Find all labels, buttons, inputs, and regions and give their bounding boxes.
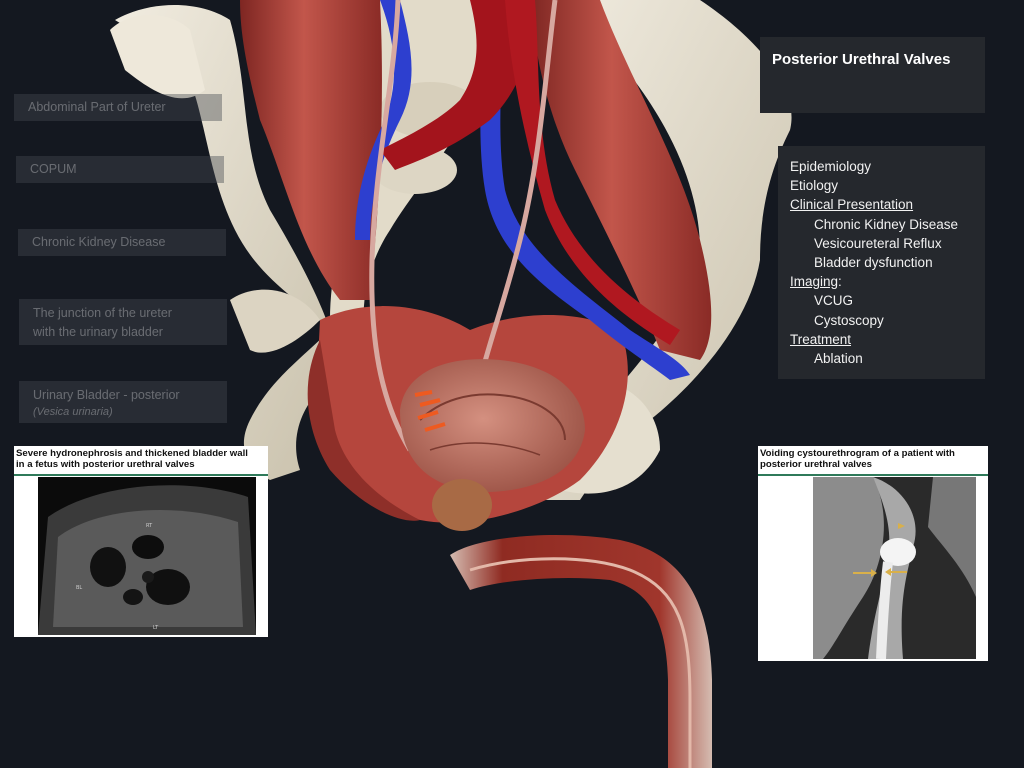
caption-rule — [14, 474, 268, 476]
penis-urethra[interactable] — [450, 535, 712, 768]
toc-imaging-colon: : — [838, 274, 842, 290]
caption-rule — [758, 474, 988, 476]
contents-panel: Epidemiology Etiology Clinical Presentat… — [778, 146, 985, 379]
toc-imaging-label: Imaging — [790, 274, 839, 290]
vcug-card[interactable]: Voiding cystourethrogram of a patient wi… — [758, 446, 988, 661]
label-ureter-junction[interactable]: The junction of the ureter with the urin… — [19, 299, 227, 345]
title-panel: Posterior Urethral Valves — [760, 37, 985, 113]
label-text: Urinary Bladder - posterior — [33, 388, 180, 402]
caption-line: Severe hydronephrosis and thickened blad… — [16, 448, 248, 459]
vcug-caption: Voiding cystourethrogram of a patient wi… — [758, 446, 988, 470]
caption-line: in a fetus with posterior urethral valve… — [16, 459, 195, 470]
caption-line: posterior urethral valves — [760, 459, 872, 470]
urinary-bladder[interactable] — [400, 359, 585, 492]
label-urinary-bladder-posterior[interactable]: Urinary Bladder - posterior (Vesica urin… — [19, 381, 227, 423]
ultrasound-image: RT BL LT — [38, 477, 256, 635]
toc-vcug[interactable]: VCUG — [790, 291, 985, 310]
label-text: Abdominal Part of Ureter — [28, 100, 166, 114]
prostate[interactable] — [432, 479, 492, 531]
label-text: Chronic Kidney Disease — [32, 235, 166, 249]
toc-clinical-presentation[interactable]: Clinical Presentation — [790, 195, 985, 214]
vcug-image — [813, 477, 976, 659]
label-text: with the urinary bladder — [33, 325, 163, 339]
toc-vesicoureteral-reflux[interactable]: Vesicoureteral Reflux — [790, 234, 985, 253]
toc-imaging[interactable]: Imaging: — [790, 272, 985, 291]
toc-etiology[interactable]: Etiology — [790, 176, 985, 195]
page-title: Posterior Urethral Valves — [772, 51, 951, 68]
label-text: The junction of the ureter — [33, 306, 172, 320]
ultrasound-mark-rt: RT — [146, 523, 153, 529]
label-latin: (Vesica urinaria) — [33, 406, 113, 418]
toc-chronic-kidney-disease[interactable]: Chronic Kidney Disease — [790, 215, 985, 234]
ultrasound-mark-bl: BL — [76, 585, 82, 591]
caption-line: Voiding cystourethrogram of a patient wi… — [760, 448, 955, 459]
toc-cystoscopy[interactable]: Cystoscopy — [790, 311, 985, 330]
ultrasound-card[interactable]: Severe hydronephrosis and thickened blad… — [14, 446, 268, 637]
toc-bladder-dysfunction[interactable]: Bladder dysfunction — [790, 253, 985, 272]
toc-ablation[interactable]: Ablation — [790, 349, 985, 368]
label-abdominal-ureter[interactable]: Abdominal Part of Ureter — [14, 94, 222, 121]
toc-epidemiology[interactable]: Epidemiology — [790, 157, 985, 176]
toc-treatment[interactable]: Treatment — [790, 330, 985, 349]
label-chronic-kidney-disease[interactable]: Chronic Kidney Disease — [18, 229, 226, 256]
label-text: COPUM — [30, 162, 77, 176]
label-copum[interactable]: COPUM — [16, 156, 224, 183]
ultrasound-caption: Severe hydronephrosis and thickened blad… — [14, 446, 268, 470]
